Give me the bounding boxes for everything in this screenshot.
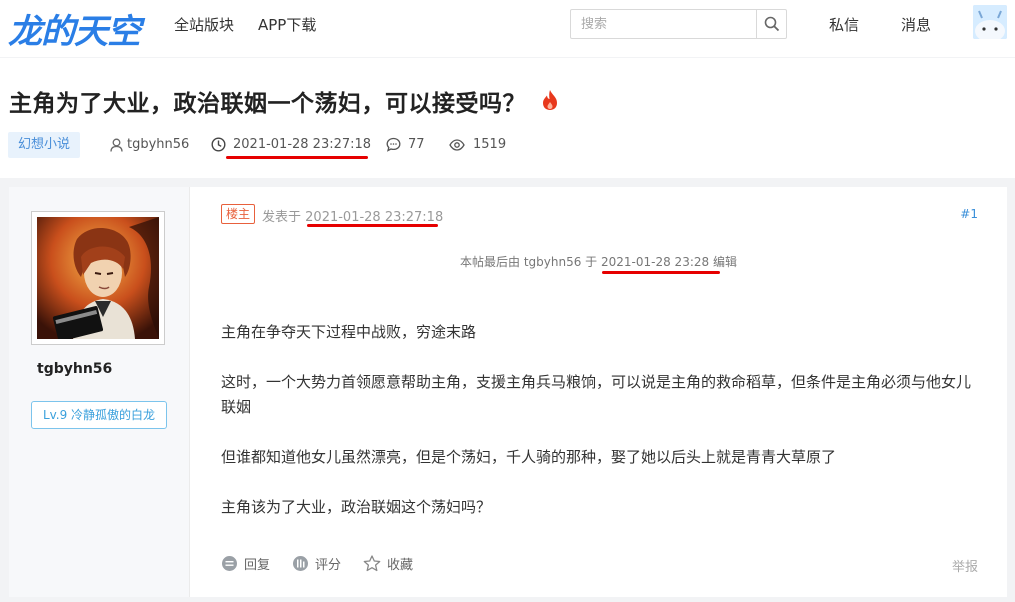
red-annotation-underline <box>226 156 368 159</box>
report-link[interactable]: 举报 <box>952 556 978 575</box>
reply-icon <box>222 556 237 571</box>
post-paragraph: 这时，一个大势力首领愿意帮助主角，支援主角兵马粮饷，可以说是主角的救命稻草，但条… <box>221 373 972 416</box>
reply-count: 77 <box>386 137 425 152</box>
reply-label: 回复 <box>244 558 271 573</box>
hot-fire-icon <box>543 90 557 110</box>
private-messages-link[interactable]: 私信 <box>829 14 859 35</box>
search-input[interactable] <box>571 10 756 38</box>
edit-note-suffix: 编辑 <box>712 255 737 269</box>
red-annotation-underline <box>602 271 720 274</box>
search-icon <box>764 16 779 32</box>
clock-icon <box>211 137 226 152</box>
view-count: 1519 <box>449 137 506 152</box>
thread-author[interactable]: tgbyhn56 <box>110 137 189 152</box>
star-icon <box>363 555 381 572</box>
favorite-label: 收藏 <box>387 558 414 573</box>
author-avatar[interactable] <box>31 211 165 345</box>
author-name-text: tgbyhn56 <box>127 137 190 152</box>
thread-created-time: 2021-01-28 23:27:18 <box>211 137 371 152</box>
favorite-button[interactable]: 收藏 <box>363 554 413 573</box>
rate-button[interactable]: 评分 <box>292 554 341 573</box>
author-level-badge: Lv.9 冷静孤傲的白龙 <box>31 401 167 429</box>
category-tag[interactable]: 幻想小说 <box>8 132 81 158</box>
avatar-cartoon-icon <box>973 5 1007 39</box>
post-paragraph: 主角该为了大业，政治联姻这个荡妇吗？ <box>221 498 492 516</box>
thread-header: 主角为了大业，政治联姻一个荡妇，可以接受吗？ 幻想小说 tgbyhn56 202… <box>0 58 1015 178</box>
reply-count-text: 77 <box>408 137 425 152</box>
floor-number-link[interactable]: #1 <box>960 207 978 221</box>
post-paragraph: 但谁都知道他女儿虽然漂亮，但是个荡妇，千人骑的那种，娶了她以后头上就是青青大草原… <box>221 448 837 466</box>
top-navigation-bar: 龙的天空 全站版块 APP下载 私信 消息 <box>0 0 1015 57</box>
author-name[interactable]: tgbyhn56 <box>37 361 112 377</box>
user-avatar[interactable] <box>973 5 1007 39</box>
post-paragraph: 主角在争夺天下过程中战败，穷途末路 <box>221 323 477 341</box>
post-actions: 回复 评分 收藏 <box>221 554 435 573</box>
user-icon <box>110 138 123 152</box>
thread-title: 主角为了大业，政治联姻一个荡妇，可以接受吗？ <box>9 91 526 117</box>
comment-bubble-icon <box>386 137 401 152</box>
nav-all-boards[interactable]: 全站版块 <box>174 14 234 35</box>
edit-note: 本帖最后由 tgbyhn56 于 2021-01-28 23:28 编辑 <box>190 253 1007 270</box>
post-container: tgbyhn56 Lv.9 冷静孤傲的白龙 楼主 发表于 2021-01-28 … <box>9 187 1007 597</box>
rate-icon <box>293 556 309 571</box>
nav-app-download[interactable]: APP下载 <box>258 14 316 35</box>
post-content-area: 楼主 发表于 2021-01-28 23:27:18 #1 本帖最后由 tgby… <box>190 187 1007 597</box>
author-sidebar: tgbyhn56 Lv.9 冷静孤傲的白龙 <box>9 187 190 597</box>
edit-time-text: 2021-01-28 23:28 <box>601 255 710 269</box>
view-count-text: 1519 <box>473 137 507 152</box>
posted-prefix: 发表于 <box>262 210 302 225</box>
site-logo[interactable]: 龙的天空 <box>8 4 141 53</box>
reply-button[interactable]: 回复 <box>221 554 270 573</box>
eye-icon <box>449 138 465 151</box>
edit-note-prefix: 本帖最后由 tgbyhn56 于 <box>460 255 598 269</box>
posted-time-text: 2021-01-28 23:27:18 <box>305 210 444 225</box>
post-body: 主角在争夺天下过程中战败，穷途末路 这时，一个大势力首领愿意帮助主角，支援主角兵… <box>221 320 981 545</box>
thread-owner-badge: 楼主 <box>221 204 256 224</box>
search-button[interactable] <box>756 10 786 38</box>
author-avatar-image <box>37 217 159 342</box>
search-box <box>570 9 787 39</box>
post-time: 发表于 2021-01-28 23:27:18 <box>262 206 443 225</box>
red-annotation-underline <box>307 224 438 227</box>
rate-label: 评分 <box>315 558 342 573</box>
created-time-text: 2021-01-28 23:27:18 <box>233 137 372 152</box>
notifications-link[interactable]: 消息 <box>901 14 931 35</box>
